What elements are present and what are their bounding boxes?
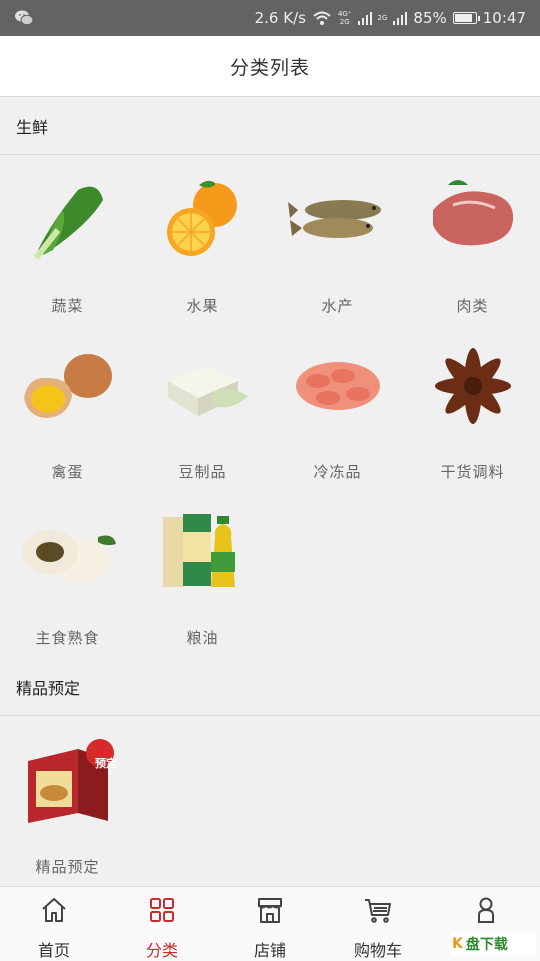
user-icon [478, 897, 494, 923]
category-label: 水果 [186, 297, 219, 315]
rice-oil-image [163, 514, 235, 587]
tab-store[interactable]: 店铺 [216, 887, 324, 961]
battery-percent: 85% [413, 9, 447, 27]
star-anise-image [435, 348, 511, 424]
section-title-fresh: 生鲜 [0, 97, 540, 155]
category-item[interactable]: 禽蛋 [0, 322, 135, 488]
egg-image [24, 354, 112, 418]
network-type: 4G⁺ 2G [337, 10, 352, 26]
wechat-icon [15, 10, 34, 26]
orange-image [167, 180, 237, 256]
tab-category[interactable]: 分类 [108, 887, 216, 961]
meat-image [433, 180, 514, 246]
gift-box-image [28, 739, 114, 823]
tab-category-label: 分类 [145, 941, 178, 960]
fish-image [288, 200, 381, 238]
shrimp-image [296, 362, 380, 410]
category-label: 干货调料 [440, 463, 505, 481]
category-item[interactable]: 粮油 [135, 488, 270, 654]
category-label: 豆制品 [178, 463, 227, 481]
tab-cart[interactable]: 购物车 [324, 887, 432, 961]
network-type-2: 2G [377, 14, 388, 22]
steamed-bun-image [22, 530, 116, 582]
category-label: 粮油 [186, 629, 219, 647]
category-item[interactable]: 主食熟食 [0, 488, 135, 654]
category-item[interactable]: 豆制品 [135, 322, 270, 488]
signal-icon [357, 11, 372, 25]
clock: 10:47 [482, 9, 526, 27]
category-item[interactable]: 冷冻品 [270, 322, 405, 488]
category-item[interactable]: 水产 [270, 156, 405, 322]
category-item[interactable]: 干货调料 [405, 322, 540, 488]
status-bar: 2.6 K/s 4G⁺ 2G 2G 85% 10:47 [0, 0, 540, 36]
category-label: 冷冻品 [313, 463, 362, 481]
category-label: 水产 [321, 297, 354, 315]
battery-icon [452, 12, 480, 24]
vegetable-image [33, 186, 103, 260]
category-item[interactable]: 水果 [135, 156, 270, 322]
category-label: 主食熟食 [35, 629, 100, 647]
tab-store-label: 店铺 [253, 941, 286, 960]
tab-home-label: 首页 [37, 941, 70, 960]
category-item[interactable]: 肉类 [405, 156, 540, 322]
category-item[interactable]: 蔬菜 [0, 156, 135, 322]
cart-icon [365, 899, 391, 923]
tofu-image [168, 366, 248, 416]
category-item[interactable]: 预定精品预定 [0, 717, 135, 883]
preorder-badge: 预定 [95, 757, 117, 770]
store-icon [258, 898, 282, 923]
tab-cart-label: 购物车 [353, 941, 402, 960]
tab-home[interactable]: 首页 [0, 887, 108, 961]
page-title: 分类列表 [0, 36, 540, 97]
category-label: 蔬菜 [51, 297, 84, 315]
home-icon [42, 898, 66, 922]
network-speed: 2.6 K/s [254, 9, 306, 27]
section-title-premium: 精品预定 [0, 658, 540, 716]
category-grid-icon [150, 898, 174, 922]
category-label: 精品预定 [35, 858, 100, 876]
category-label: 肉类 [456, 297, 489, 315]
signal-icon-2 [393, 11, 408, 25]
wifi-icon [313, 11, 331, 25]
watermark-logo: K 盘下载 [452, 932, 536, 956]
category-label: 禽蛋 [51, 463, 84, 481]
